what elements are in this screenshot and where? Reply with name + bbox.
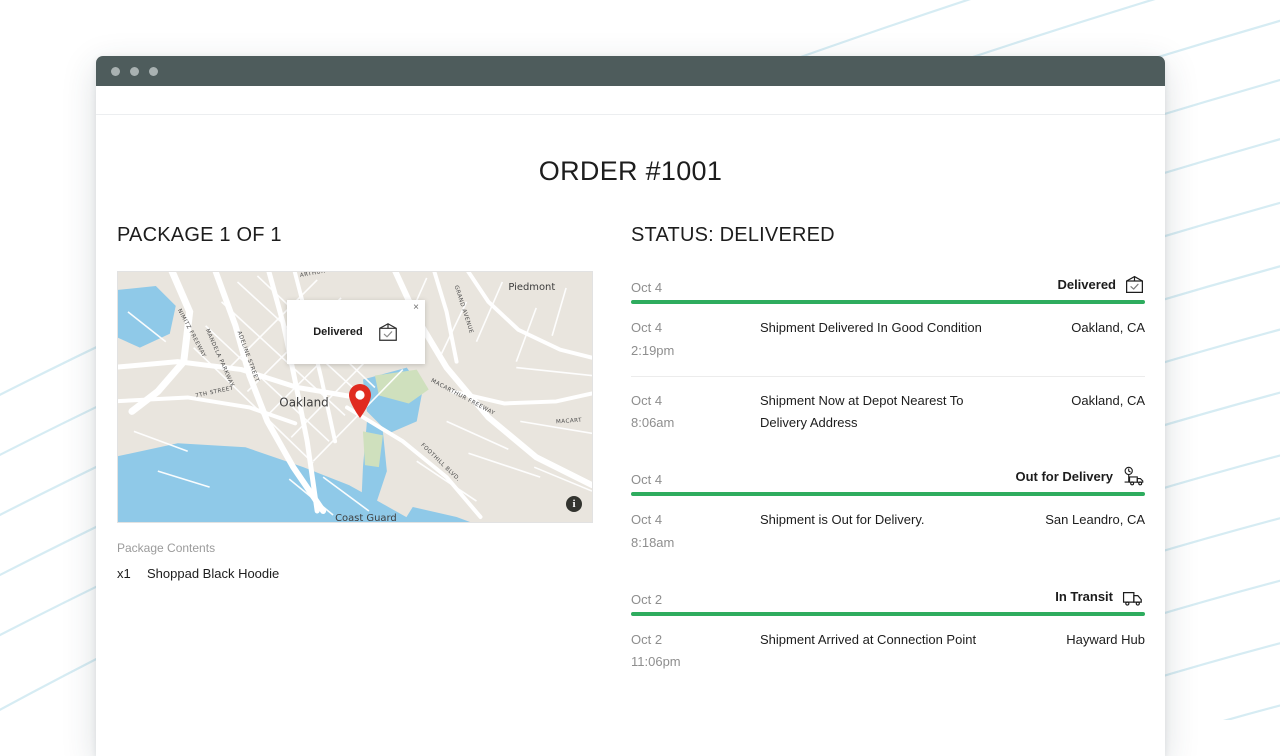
list-item: x1 Shoppad Black Hoodie: [117, 566, 613, 581]
event-date: Oct 4: [631, 390, 760, 413]
browser-toolbar: [96, 86, 1165, 115]
event-date: Oct 4: [631, 509, 760, 532]
stage-label: In Transit: [1055, 589, 1113, 604]
package-item-name: Shoppad Black Hoodie: [147, 566, 279, 581]
event-date: Oct 4: [631, 317, 760, 340]
delivery-map[interactable]: ARTHUR FREEWAY NIMITZ FREEWAY MANDELA PA…: [117, 271, 593, 523]
status-panel: STATUS: DELIVERED Oct 4 Delivered: [613, 224, 1145, 691]
shipment-timeline: Oct 4 Delivered: [631, 274, 1145, 687]
stage-status: In Transit: [1055, 586, 1145, 607]
timeline-event: Oct 4 8:18am Shipment is Out for Deliver…: [631, 496, 1145, 568]
page-title: ORDER #1001: [96, 115, 1165, 187]
stage-status: Delivered: [1057, 274, 1145, 295]
stage-label: Out for Delivery: [1015, 469, 1113, 484]
stage-header: Oct 4 Out for Delivery: [631, 466, 1145, 492]
event-time: 2:19pm: [631, 340, 760, 363]
map-info-icon[interactable]: i: [566, 496, 582, 512]
stage-header: Oct 4 Delivered: [631, 274, 1145, 300]
timeline-stage: Oct 4 Delivered: [631, 274, 1145, 448]
event-location: Oakland, CA: [1025, 317, 1145, 363]
truck-clock-icon: [1121, 466, 1145, 487]
map-status-popup[interactable]: × Delivered: [287, 300, 425, 364]
svg-text:Piedmont: Piedmont: [508, 282, 555, 293]
close-window-icon[interactable]: [111, 67, 120, 76]
event-location: Hayward Hub: [1025, 629, 1145, 675]
status-heading: STATUS: DELIVERED: [631, 224, 1145, 247]
event-time: 11:06pm: [631, 651, 760, 674]
map-popup-label: Delivered: [313, 326, 363, 338]
window-title-bar: [96, 56, 1165, 86]
stage-status: Out for Delivery: [1015, 466, 1145, 487]
svg-text:Coast Guard: Coast Guard: [335, 513, 397, 523]
content-columns: PACKAGE 1 OF 1: [96, 224, 1165, 691]
package-heading: PACKAGE 1 OF 1: [117, 224, 613, 247]
event-location: Oakland, CA: [1025, 390, 1145, 436]
box-check-icon: [1124, 274, 1145, 295]
box-check-icon: [377, 321, 399, 343]
event-datetime: Oct 4 8:06am: [631, 390, 760, 436]
browser-window: ORDER #1001 PACKAGE 1 OF 1: [96, 56, 1165, 756]
event-datetime: Oct 4 2:19pm: [631, 317, 760, 363]
timeline-stage: Oct 4 Out for Delivery: [631, 466, 1145, 568]
event-datetime: Oct 4 8:18am: [631, 509, 760, 555]
package-panel: PACKAGE 1 OF 1: [117, 224, 613, 691]
event-description: Shipment Now at Depot Nearest To Deliver…: [760, 390, 1025, 436]
event-description: Shipment Arrived at Connection Point: [760, 629, 1025, 675]
map-pin-icon[interactable]: [347, 383, 373, 419]
stage-date: Oct 2: [631, 592, 662, 607]
minimize-window-icon[interactable]: [130, 67, 139, 76]
event-description: Shipment is Out for Delivery.: [760, 509, 1025, 555]
svg-text:Oakland: Oakland: [279, 395, 328, 409]
timeline-event: Oct 4 8:06am Shipment Now at Depot Neare…: [631, 377, 1145, 449]
stage-date: Oct 4: [631, 280, 662, 295]
maximize-window-icon[interactable]: [149, 67, 158, 76]
event-location: San Leandro, CA: [1025, 509, 1145, 555]
stage-date: Oct 4: [631, 472, 662, 487]
package-item-quantity: x1: [117, 566, 147, 581]
timeline-event: Oct 4 2:19pm Shipment Delivered In Good …: [631, 304, 1145, 377]
truck-icon: [1121, 586, 1145, 607]
timeline-stage: Oct 2 In Transit: [631, 586, 1145, 688]
stage-header: Oct 2 In Transit: [631, 586, 1145, 612]
timeline-event: Oct 2 11:06pm Shipment Arrived at Connec…: [631, 616, 1145, 688]
page-viewport: ORDER #1001 PACKAGE 1 OF 1: [96, 115, 1165, 756]
stage-label: Delivered: [1057, 277, 1116, 292]
event-time: 8:18am: [631, 532, 760, 555]
package-contents-label: Package Contents: [117, 541, 613, 555]
event-description: Shipment Delivered In Good Condition: [760, 317, 1025, 363]
event-datetime: Oct 2 11:06pm: [631, 629, 760, 675]
close-icon[interactable]: ×: [413, 303, 419, 313]
event-date: Oct 2: [631, 629, 760, 652]
event-time: 8:06am: [631, 412, 760, 435]
